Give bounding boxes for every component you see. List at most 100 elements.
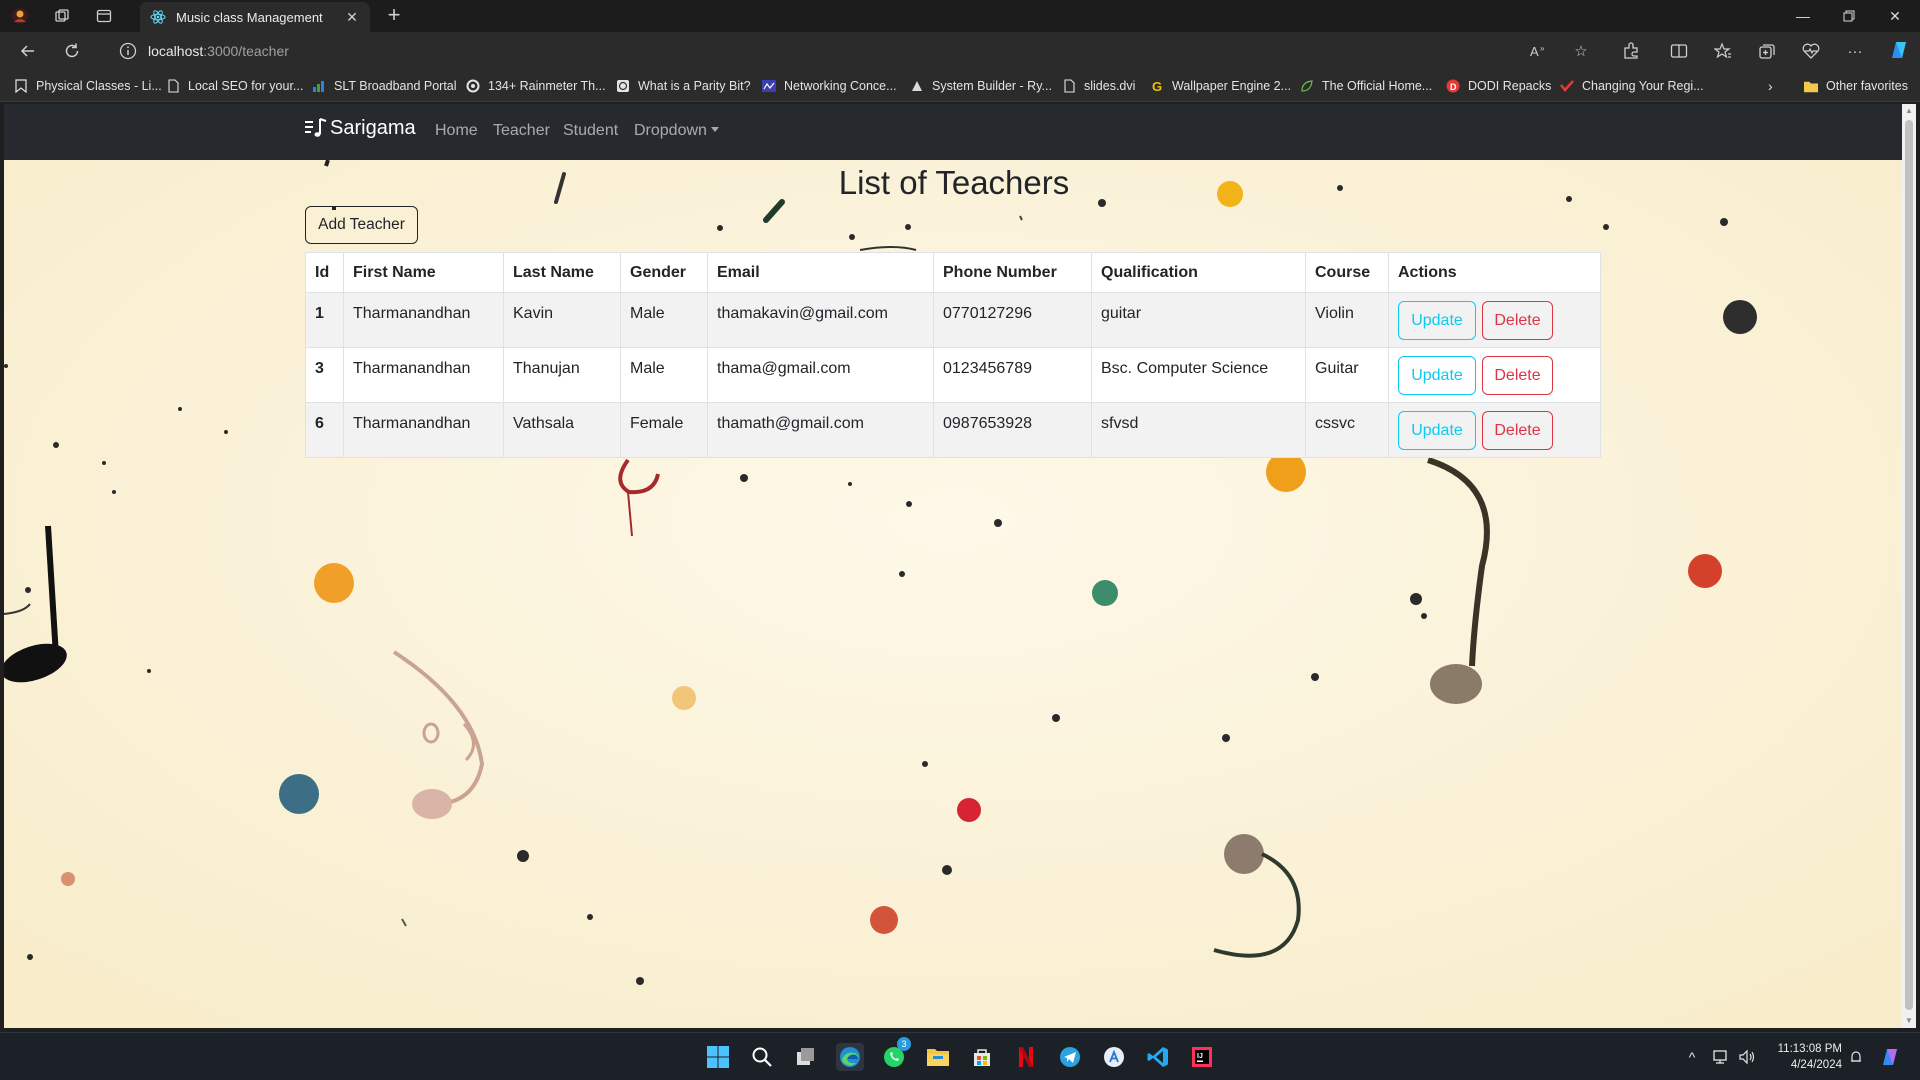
refresh-icon[interactable] [60, 39, 84, 63]
intellij-icon[interactable]: IJ [1188, 1043, 1216, 1071]
favorites-icon[interactable] [1712, 40, 1734, 62]
split-screen-icon[interactable] [1668, 40, 1690, 62]
start-icon[interactable] [704, 1043, 732, 1071]
new-tab-icon[interactable]: + [382, 4, 406, 28]
file-explorer-icon[interactable] [924, 1043, 952, 1071]
add-teacher-button[interactable]: Add Teacher [305, 206, 418, 244]
nav-teacher[interactable]: Teacher [493, 122, 550, 140]
more-menu-icon[interactable]: ··· [1844, 40, 1866, 62]
table-row: 6 Tharmanandhan Vathsala Female thamath@… [305, 402, 1601, 458]
site-info-icon[interactable] [118, 41, 138, 61]
brand[interactable]: Sarigama [304, 116, 416, 140]
address-bar[interactable]: localhost:3000/teacher [104, 35, 1494, 67]
restore-icon[interactable] [1826, 0, 1872, 32]
favorite-item[interactable]: D DODI Repacks [1446, 76, 1551, 96]
cell-qualification: Bsc. Computer Science [1091, 347, 1306, 403]
read-aloud-icon[interactable]: A» [1528, 40, 1550, 62]
favorite-star-icon[interactable]: ☆ [1570, 40, 1592, 62]
app-store-icon[interactable] [1100, 1043, 1128, 1071]
volume-icon[interactable] [1736, 1045, 1758, 1069]
update-button[interactable]: Update [1398, 411, 1476, 450]
column-header: First Name [343, 252, 504, 293]
scroll-up-icon[interactable]: ▲ [1902, 104, 1916, 118]
page-viewport: Sarigama Home Teacher Student Dropdown L… [4, 104, 1902, 1028]
cell-actions: Update Delete [1388, 292, 1601, 348]
favorite-item[interactable]: Networking Conce... [762, 76, 897, 96]
cell-actions: Update Delete [1388, 347, 1601, 403]
favorite-item[interactable]: The Official Home... [1300, 76, 1432, 96]
copilot-icon[interactable] [1886, 37, 1912, 63]
caret-down-icon [710, 127, 719, 132]
back-icon[interactable] [16, 39, 40, 63]
scrollbar-thumb[interactable] [1905, 120, 1913, 1010]
cell-phone: 0770127296 [933, 292, 1092, 348]
collections-icon[interactable] [1756, 40, 1778, 62]
copilot-taskbar-icon[interactable] [1876, 1045, 1904, 1069]
edge-icon[interactable] [836, 1043, 864, 1071]
cell-id: 3 [305, 347, 344, 403]
teachers-table: Id First Name Last Name Gender Email Pho… [305, 252, 1601, 458]
favorite-label: System Builder - Ry... [932, 79, 1052, 93]
notifications-icon[interactable] [1846, 1045, 1866, 1069]
profile-icon[interactable] [8, 4, 32, 28]
clock-date: 4/24/2024 [1790, 1059, 1842, 1071]
favorite-label: SLT Broadband Portal [334, 79, 457, 93]
favorite-item[interactable]: slides.dvi [1062, 76, 1135, 96]
other-favorites[interactable]: Other favorites [1804, 76, 1908, 96]
tab-title: Music class Management [176, 9, 323, 25]
store-icon[interactable] [968, 1043, 996, 1071]
tray-overflow-chevron-icon[interactable]: ^ [1682, 1045, 1702, 1069]
cell-email: thamath@gmail.com [707, 402, 934, 458]
favorite-item[interactable]: What is a Parity Bit? [616, 76, 751, 96]
favorite-item[interactable]: Changing Your Regi... [1560, 76, 1704, 96]
close-window-icon[interactable]: ✕ [1872, 0, 1918, 32]
nav-dropdown-label: Dropdown [634, 122, 707, 139]
network-icon[interactable] [1710, 1045, 1732, 1069]
page-scrollbar[interactable]: ▲ ▼ [1902, 104, 1916, 1028]
delete-button[interactable]: Delete [1482, 301, 1553, 340]
task-view-icon[interactable] [792, 1043, 820, 1071]
favorite-item[interactable]: G Wallpaper Engine 2... [1150, 76, 1291, 96]
clock[interactable]: 11:13:08 PM 4/24/2024 [1766, 1041, 1842, 1073]
table-header-row: Id First Name Last Name Gender Email Pho… [305, 252, 1601, 293]
workspaces-icon[interactable] [50, 4, 74, 28]
app-navbar: Sarigama Home Teacher Student Dropdown [4, 104, 1902, 160]
cell-phone: 0987653928 [933, 402, 1092, 458]
minimize-icon[interactable]: — [1780, 0, 1826, 32]
vertical-tabs-icon[interactable] [92, 4, 116, 28]
nav-home[interactable]: Home [435, 122, 478, 140]
notification-badge: 3 [897, 1037, 911, 1051]
tab-music-class[interactable]: Music class Management ✕ [140, 2, 370, 32]
favorite-item[interactable]: Local SEO for your... [166, 76, 303, 96]
update-button[interactable]: Update [1398, 301, 1476, 340]
favorite-item[interactable]: SLT Broadband Portal [312, 76, 457, 96]
browser-essentials-icon[interactable] [1800, 40, 1822, 62]
extensions-icon[interactable] [1620, 40, 1642, 62]
parity-icon [616, 79, 630, 93]
table-row: 3 Tharmanandhan Thanujan Male thama@gmai… [305, 347, 1601, 403]
cell-gender: Male [620, 347, 708, 403]
cell-id: 1 [305, 292, 344, 348]
favorite-item[interactable]: System Builder - Ry... [910, 76, 1052, 96]
more-favorites-chevron-icon[interactable]: › [1768, 76, 1773, 96]
tab-close-icon[interactable]: ✕ [344, 9, 360, 26]
delete-button[interactable]: Delete [1482, 356, 1553, 395]
favorite-label: DODI Repacks [1468, 79, 1552, 93]
whatsapp-icon[interactable]: 3 [880, 1037, 911, 1071]
favorite-label: The Official Home... [1322, 79, 1433, 93]
vscode-icon[interactable] [1144, 1043, 1172, 1071]
scroll-down-icon[interactable]: ▼ [1902, 1014, 1916, 1028]
search-icon[interactable] [748, 1043, 776, 1071]
telegram-icon[interactable] [1056, 1043, 1084, 1071]
update-button[interactable]: Update [1398, 356, 1476, 395]
delete-button[interactable]: Delete [1482, 411, 1553, 450]
cell-last-name: Kavin [503, 292, 621, 348]
networking-icon [762, 79, 776, 93]
netflix-icon[interactable] [1012, 1043, 1040, 1071]
nav-student[interactable]: Student [563, 122, 618, 140]
favorite-item[interactable]: 134+ Rainmeter Th... [466, 76, 606, 96]
folder-icon [1804, 79, 1818, 93]
nav-dropdown[interactable]: Dropdown [634, 122, 719, 140]
favorite-item[interactable]: Physical Classes - Li... [14, 76, 162, 96]
cell-first-name: Tharmanandhan [343, 347, 504, 403]
